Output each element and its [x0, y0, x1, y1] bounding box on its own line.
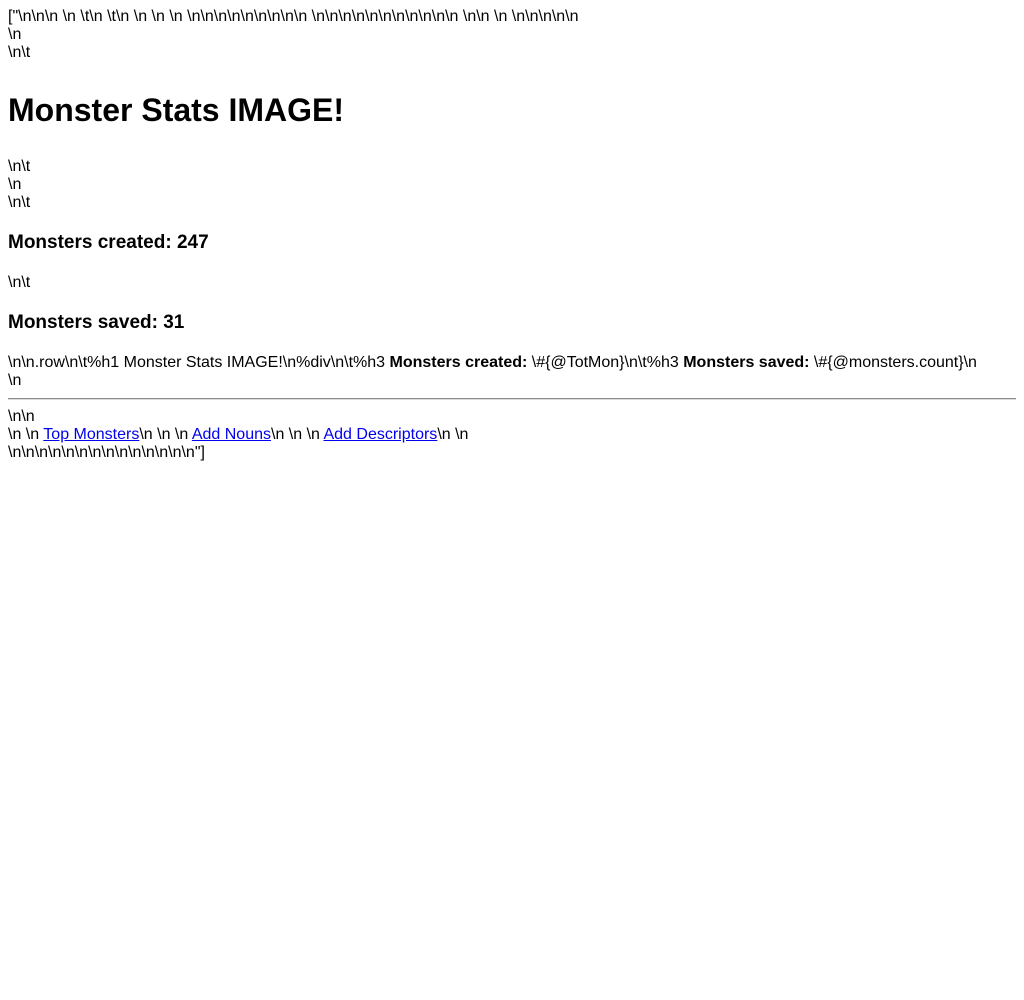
- top-monsters-link[interactable]: Top Monsters: [43, 426, 139, 443]
- template-prefix: \n\n.row\n\t%h1 Monster Stats IMAGE!\n%d…: [8, 354, 390, 371]
- monsters-saved-stat: Monsters saved: 31: [8, 312, 185, 333]
- links-separator: \n \n \n: [271, 426, 324, 443]
- nav-links-line: \n \n Top Monsters\n \n \n Add Nouns\n \…: [8, 426, 1016, 444]
- template-saved-label: Monsters saved:: [683, 354, 810, 371]
- template-created-expr: \#{@TotMon}\n\t%h3: [527, 354, 684, 371]
- monsters-created-stat: Monsters created: 247: [8, 232, 209, 253]
- raw-text-line: \n\t: [8, 194, 31, 211]
- raw-text-line: \n\t: [8, 274, 31, 291]
- raw-text-line: \n: [8, 26, 22, 43]
- raw-text-line: \n: [8, 372, 22, 389]
- links-separator: \n \n \n: [139, 426, 192, 443]
- raw-text-line: \n: [8, 176, 22, 193]
- add-descriptors-link[interactable]: Add Descriptors: [323, 426, 437, 443]
- page-title: Monster Stats IMAGE!: [8, 92, 345, 128]
- divider: [8, 398, 1016, 400]
- template-created-label: Monsters created:: [389, 354, 528, 371]
- raw-text-line: \n\t: [8, 158, 31, 175]
- raw-text-line: \n\n: [8, 408, 35, 425]
- add-nouns-link[interactable]: Add Nouns: [192, 426, 271, 443]
- links-prefix: \n \n: [8, 426, 44, 443]
- links-suffix: \n \n: [437, 426, 469, 443]
- template-source-line: \n\n.row\n\t%h1 Monster Stats IMAGE!\n%d…: [8, 354, 1016, 372]
- raw-text-line: \n\n\n\n\n\n\n\n\n\n\n\n\n\n"]: [8, 444, 205, 461]
- raw-text-line: \n\t: [8, 44, 31, 61]
- page-content: ["\n\n\n \n \t\n \t\n \n \n \n \n\n\n\n\…: [8, 8, 1016, 462]
- template-saved-expr: \#{@monsters.count}\n: [809, 354, 977, 371]
- raw-text-line: ["\n\n\n \n \t\n \t\n \n \n \n \n\n\n\n\…: [8, 8, 579, 25]
